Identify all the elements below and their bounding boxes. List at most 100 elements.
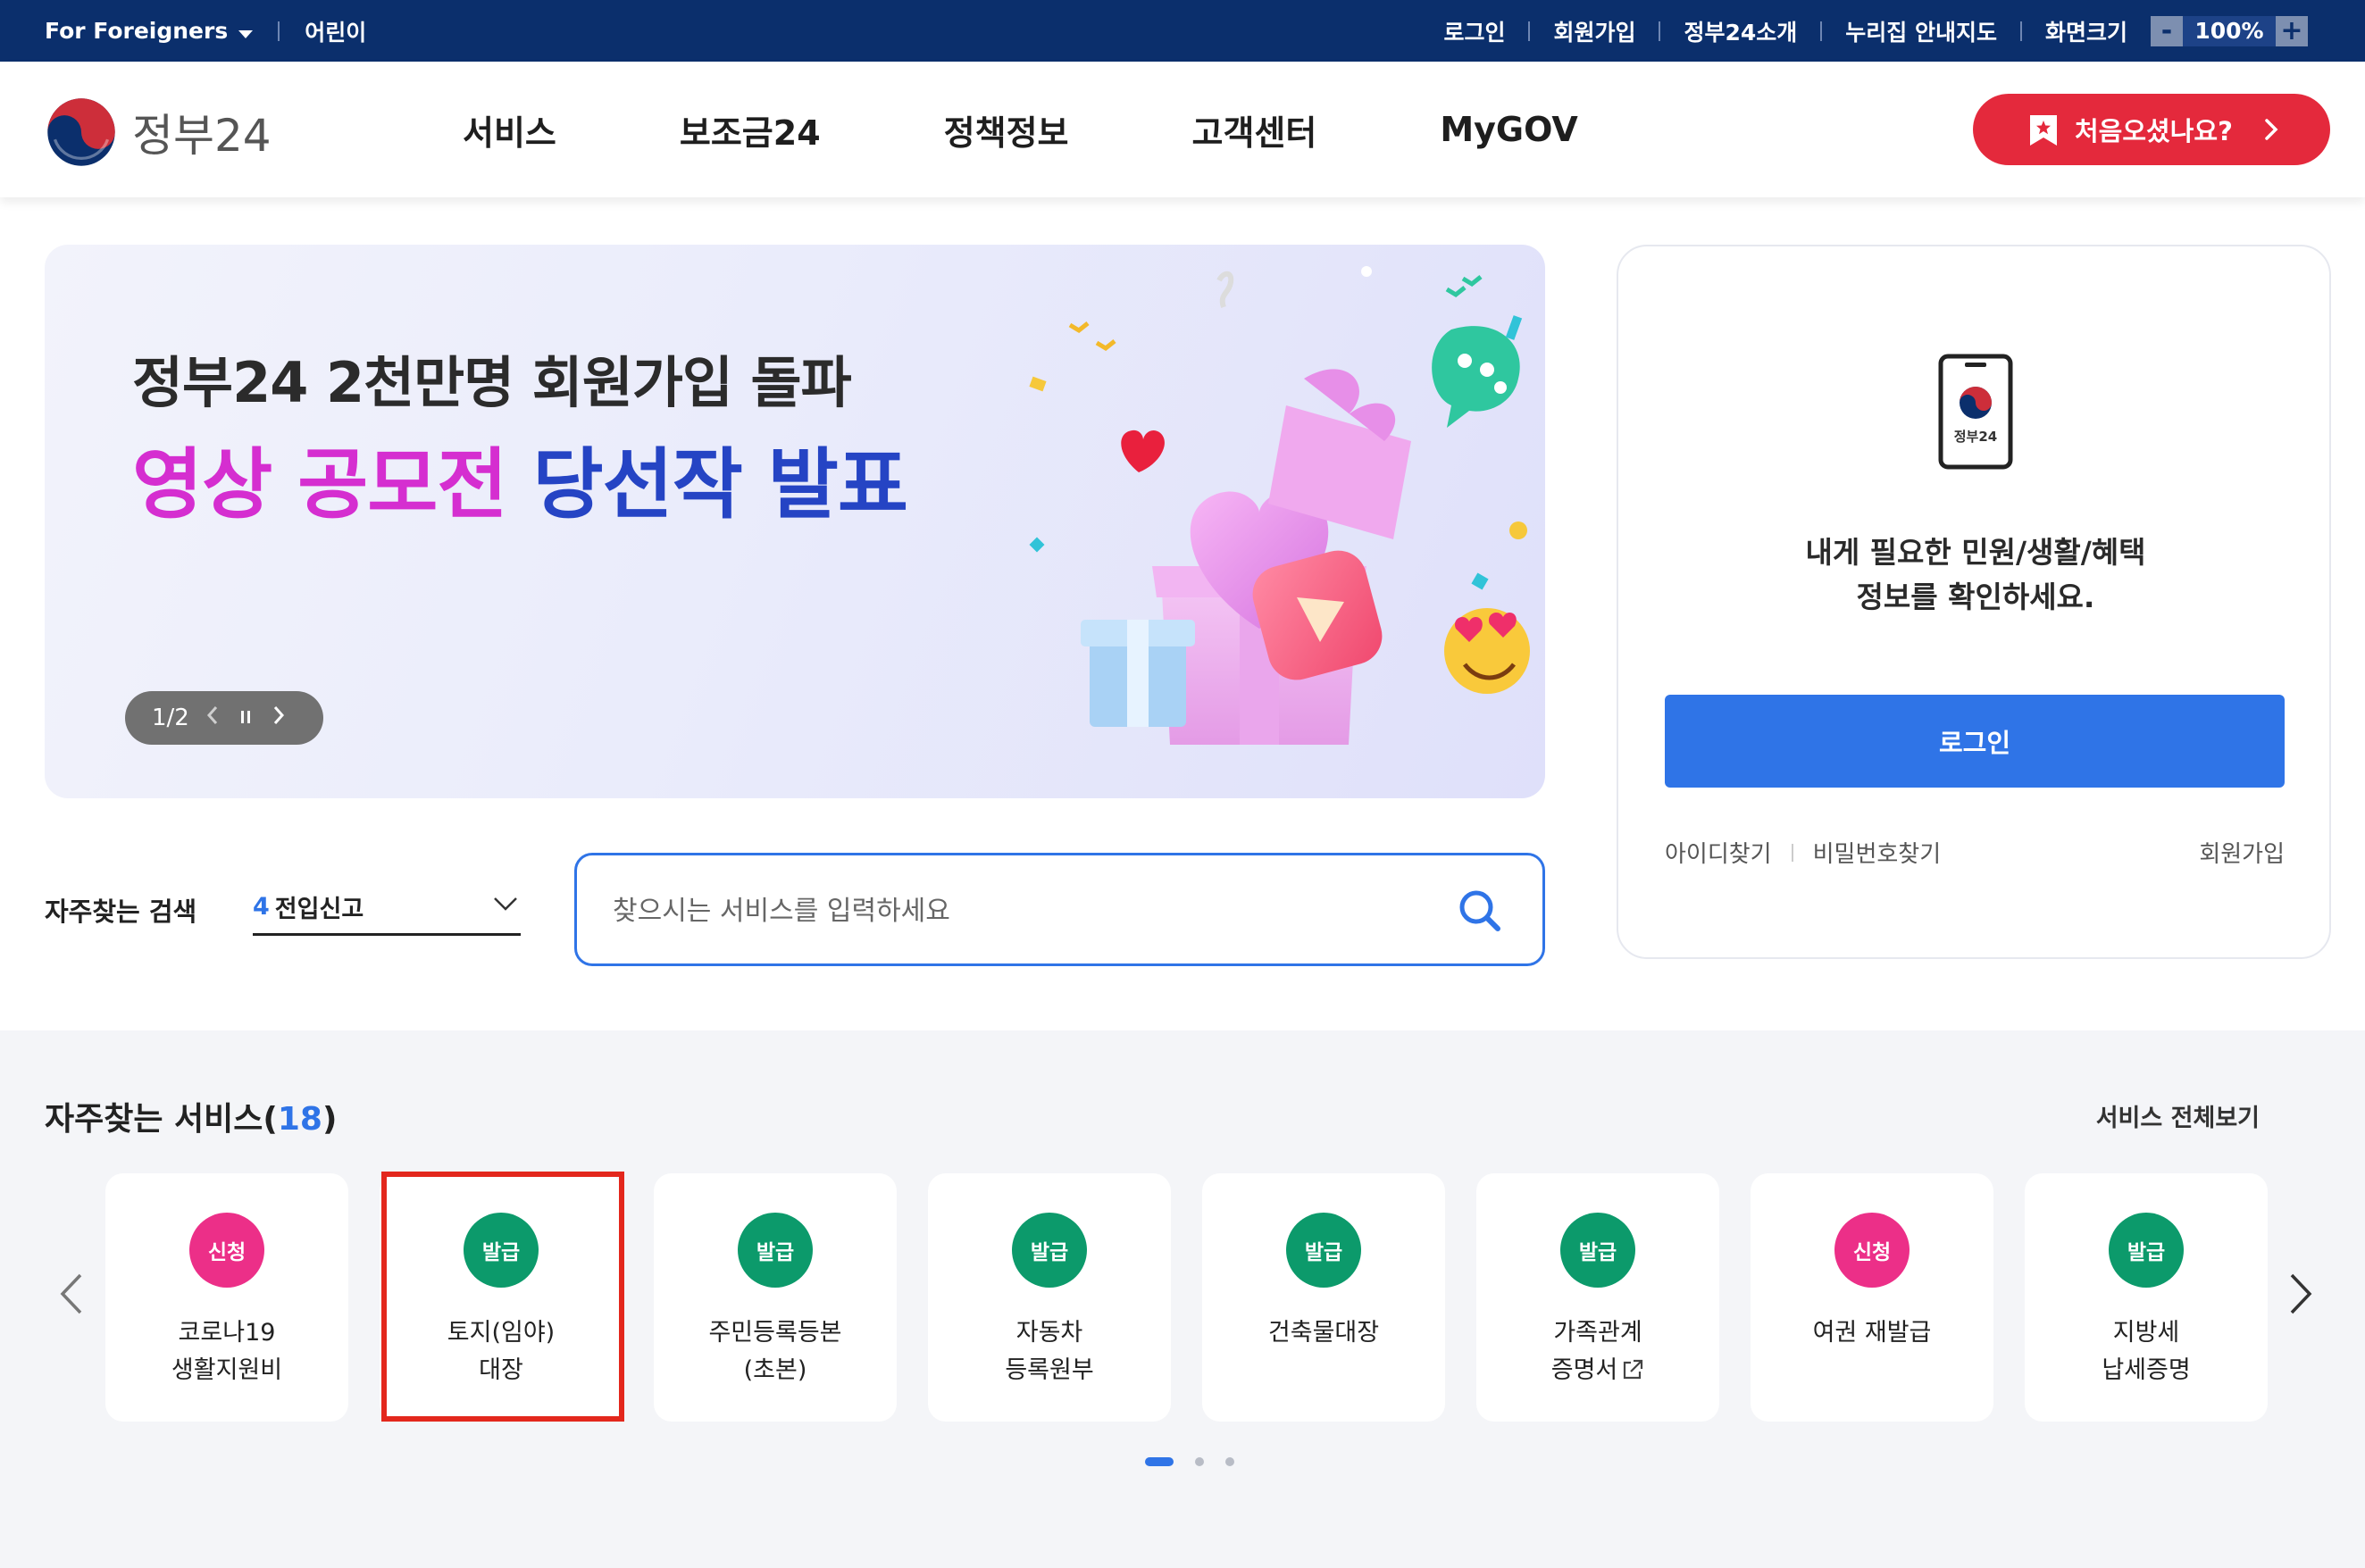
caret-down-icon — [238, 30, 254, 38]
frequent-search-select[interactable]: 4 전입신고 — [253, 880, 521, 936]
service-name-line2: 등록원부 — [1005, 1356, 1094, 1384]
pagination-dot[interactable] — [1195, 1457, 1204, 1466]
screen-size-label: 화면크기 — [2044, 19, 2127, 46]
carousel-pagination — [1145, 1457, 1256, 1466]
badge-issue: 발급 — [738, 1213, 813, 1288]
service-name-line2-wrap: 증명서 — [1476, 1352, 1719, 1389]
divider — [2019, 21, 2022, 41]
service-name: 자동차 등록원부 — [928, 1314, 1171, 1389]
service-name-line1: 주민등록등본 — [708, 1319, 842, 1347]
service-card-local-tax-certificate[interactable]: 발급 지방세납세증명 — [2025, 1173, 2268, 1422]
banner-title-part-a: 영상 공모전 — [132, 440, 508, 530]
join-link[interactable]: 회원가입 — [2199, 836, 2285, 869]
banner-title-part-b: 당선작 발표 — [532, 440, 909, 530]
taegeuk-logo-icon — [47, 98, 115, 166]
login-links: 아이디찾기 비밀번호찾기 회원가입 — [1665, 836, 2285, 869]
about-link[interactable]: 정부24소개 — [1684, 15, 1797, 47]
banner-title: 영상 공모전 당선작 발표 — [132, 421, 909, 533]
view-all-services-link[interactable]: 서비스 전체보기 — [2096, 1098, 2260, 1133]
main-header: 정부24 서비스 보조금24 정책정보 고객센터 MyGOV 처음오셨나요? — [0, 62, 2365, 197]
service-card-vehicle-register[interactable]: 발급 자동차 등록원부 — [928, 1173, 1171, 1422]
badge-issue: 발급 — [1286, 1213, 1361, 1288]
frequent-search-label: 자주찾는 검색 — [45, 897, 197, 927]
highlight-box — [381, 1172, 624, 1422]
pagination-dot-active[interactable] — [1145, 1457, 1174, 1466]
service-card-covid-support[interactable]: 신청 코로나19 생활지원비 — [105, 1173, 348, 1422]
service-card-family-certificate[interactable]: 발급 가족관계 증명서 — [1476, 1173, 1719, 1422]
selected-term: 전입신고 — [274, 896, 364, 923]
zoom-level: 100% — [2183, 15, 2276, 46]
divider — [278, 21, 280, 41]
badge-issue: 발급 — [1012, 1213, 1087, 1288]
service-name-line1: 지방세 — [2112, 1319, 2180, 1347]
service-name-line1: 가족관계 — [1553, 1319, 1642, 1347]
badge-issue: 발급 — [2109, 1213, 2184, 1288]
top-login-link[interactable]: 로그인 — [1443, 15, 1505, 47]
login-button[interactable]: 로그인 — [1665, 695, 2285, 788]
pause-icon — [240, 711, 250, 723]
service-name: 주민등록등본 (초본) — [654, 1314, 897, 1389]
service-name-line2: (초본) — [743, 1356, 807, 1384]
divider — [1528, 21, 1531, 41]
banner-controls — [205, 705, 305, 732]
nav-mygov[interactable]: MyGOV — [1440, 110, 1577, 149]
top-signup-link[interactable]: 회원가입 — [1553, 15, 1635, 47]
service-name: 건축물대장 — [1202, 1314, 1445, 1352]
service-name-line1: 건축물대장 — [1267, 1319, 1380, 1347]
service-card-building-register[interactable]: 발급 건축물대장 — [1202, 1173, 1445, 1422]
banner-next-button[interactable] — [272, 705, 286, 732]
find-id-link[interactable]: 아이디찾기 — [1665, 836, 1772, 869]
zoom-in-button[interactable]: + — [2276, 15, 2308, 46]
service-name: 여권 재발급 — [1751, 1314, 1993, 1352]
gov24-app-phone-icon: 정부24 — [1938, 354, 2013, 470]
selected-rank: 4 — [253, 893, 270, 921]
site-map-link[interactable]: 누리집 안내지도 — [1845, 15, 1997, 47]
section-title: 자주찾는 서비스(18) — [45, 1093, 337, 1139]
kids-link[interactable]: 어린이 — [305, 15, 366, 47]
login-panel: 정부24 내게 필요한 민원/생활/혜택 정보를 확인하세요. 로그인 아이디찾… — [1617, 245, 2331, 959]
pagination-dot[interactable] — [1225, 1457, 1234, 1466]
banner-pause-button[interactable] — [239, 705, 252, 731]
service-name: 코로나19 생활지원비 — [105, 1314, 348, 1389]
banner-headline: 정부24 2천만명 회원가입 돌파 — [132, 350, 852, 415]
search-input[interactable] — [613, 891, 1416, 930]
login-message-line1: 내게 필요한 민원/생활/혜택 — [1805, 535, 2146, 570]
top-right-links: 로그인 회원가입 정부24소개 누리집 안내지도 화면크기 - 100% + — [1443, 0, 2308, 62]
zoom-out-button[interactable]: - — [2151, 15, 2183, 46]
first-visit-button[interactable]: 처음오셨나요? — [1973, 94, 2330, 165]
frequent-services-section: 자주찾는 서비스(18) 서비스 전체보기 신청 코로나19 생활지원비 발급 토… — [0, 1030, 2365, 1568]
banner-pager: 1/2 — [125, 691, 323, 745]
find-password-link[interactable]: 비밀번호찾기 — [1813, 836, 1942, 869]
nav-subsidy24[interactable]: 보조금24 — [680, 105, 821, 154]
banner-page-indicator: 1/2 — [152, 705, 189, 731]
section-count: (18) — [263, 1101, 338, 1138]
top-utility-bar: For Foreigners 어린이 로그인 회원가입 정부24소개 누리집 안… — [0, 0, 2365, 62]
divider — [1791, 843, 1793, 862]
site-logo[interactable]: 정부24 — [45, 96, 272, 169]
service-name-line1: 코로나19 — [178, 1319, 276, 1347]
banner-prev-button[interactable] — [205, 705, 220, 732]
main-banner[interactable]: 정부24 2천만명 회원가입 돌파 영상 공모전 당선작 발표 1/2 — [45, 245, 1545, 798]
service-name-line2: 생활지원비 — [171, 1356, 283, 1384]
main-nav: 서비스 보조금24 정책정보 고객센터 MyGOV — [463, 62, 1701, 197]
carousel-prev-arrow-icon[interactable] — [57, 1272, 86, 1316]
zoom-control: - 100% + — [2151, 15, 2308, 46]
service-card-resident-registration[interactable]: 발급 주민등록등본 (초본) — [654, 1173, 897, 1422]
service-name: 지방세납세증명 — [2025, 1314, 2268, 1389]
nav-policy-info[interactable]: 정책정보 — [944, 105, 1069, 154]
nav-customer-center[interactable]: 고객센터 — [1192, 105, 1317, 154]
badge-apply: 신청 — [1834, 1213, 1910, 1288]
logo-text: 정부24 — [132, 110, 272, 162]
chevron-down-icon — [494, 897, 517, 911]
service-card-passport-reissue[interactable]: 신청 여권 재발급 — [1751, 1173, 1993, 1422]
service-search-box — [574, 853, 1545, 966]
service-name-line2: 납세증명 — [2102, 1356, 2191, 1384]
service-name-line2: 증명서 — [1550, 1356, 1618, 1384]
external-link-icon — [1624, 1359, 1643, 1380]
search-icon[interactable] — [1457, 888, 1503, 934]
top-left-links: For Foreigners 어린이 — [45, 0, 366, 62]
login-message: 내게 필요한 민원/생활/혜택 정보를 확인하세요. — [1618, 530, 2333, 620]
section-title-text: 자주찾는 서비스 — [45, 1101, 263, 1138]
nav-services[interactable]: 서비스 — [463, 105, 556, 154]
for-foreigners-dropdown[interactable]: For Foreigners — [45, 18, 254, 44]
